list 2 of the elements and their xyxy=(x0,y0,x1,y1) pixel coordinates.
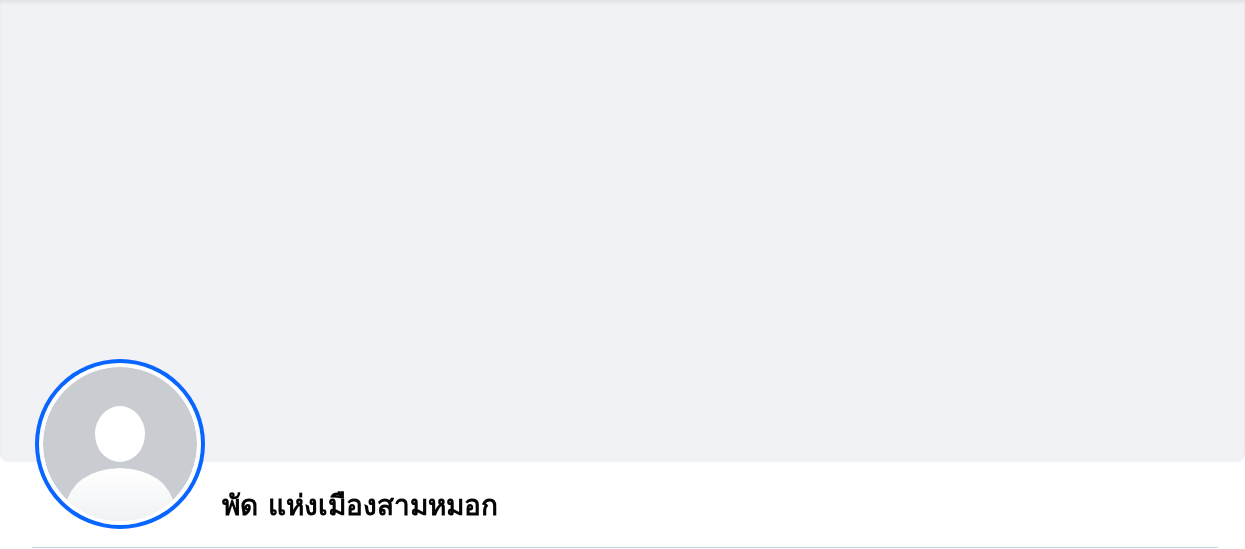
person-silhouette-icon xyxy=(43,367,197,521)
profile-name: พัด แห่งเมืองสามหมอก xyxy=(222,488,499,524)
